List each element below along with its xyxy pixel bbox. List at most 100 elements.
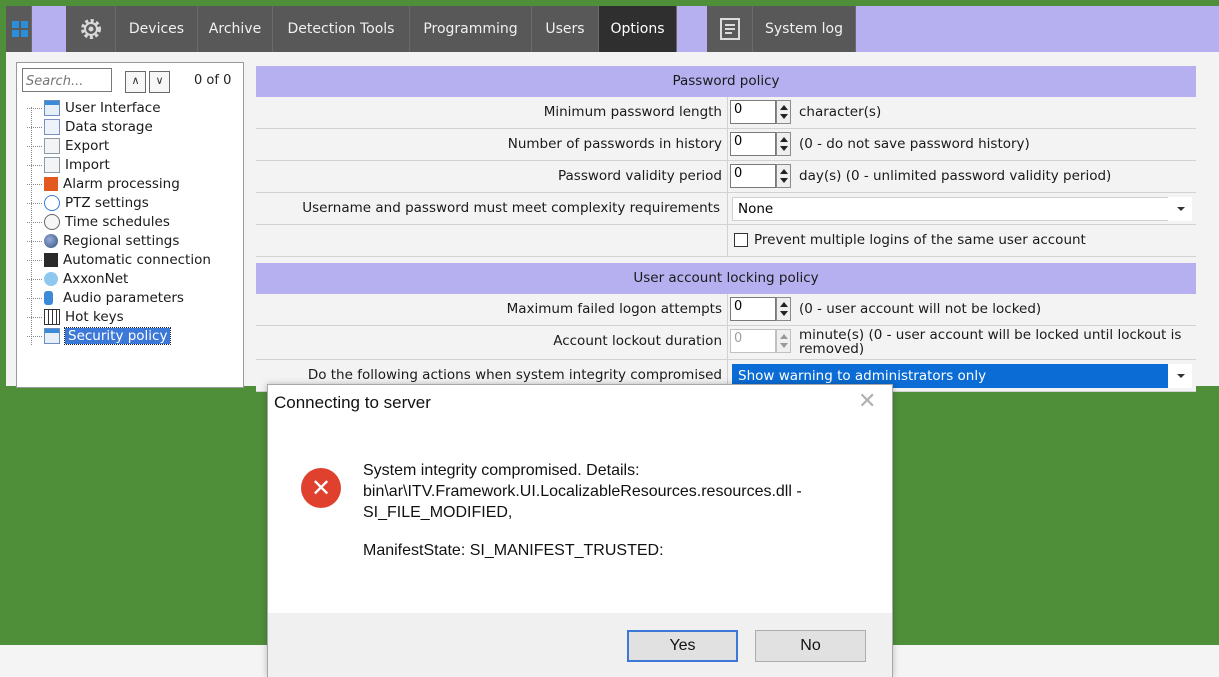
min-password-length-input[interactable]: 0 — [730, 100, 776, 124]
chevron-down-icon — [1168, 197, 1192, 221]
gear-icon — [81, 19, 101, 39]
log-document-icon — [720, 18, 740, 40]
connection-icon — [44, 253, 58, 267]
lockout-duration-hint: minute(s) (0 - user account will be lock… — [799, 327, 1182, 357]
spin-down-icon — [780, 178, 788, 183]
spin-up-icon — [780, 302, 788, 307]
password-validity-stepper[interactable] — [776, 164, 791, 188]
max-failed-attempts-row: Maximum failed logon attempts 0 (0 - use… — [256, 294, 1196, 326]
spin-up-icon — [780, 169, 788, 174]
globe-icon — [44, 234, 58, 248]
microphone-icon — [44, 291, 53, 305]
max-failed-attempts-stepper[interactable] — [776, 297, 791, 321]
alarm-icon — [44, 177, 58, 191]
complexity-label: Username and password must meet complexi… — [302, 200, 720, 216]
windows-logo-icon — [12, 21, 28, 37]
tree-item-time-schedules[interactable]: Time schedules — [27, 213, 170, 232]
password-history-row: Number of passwords in history 0 (0 - do… — [256, 129, 1196, 161]
settings-button[interactable] — [66, 6, 116, 52]
tree-item-audio-parameters[interactable]: Audio parameters — [27, 289, 184, 308]
password-policy-header: Password policy — [256, 66, 1196, 97]
tree-item-ptz-settings[interactable]: PTZ settings — [27, 194, 149, 213]
prevent-multiple-logins-checkbox[interactable] — [734, 233, 748, 247]
dialog-message-line: SI_FILE_MODIFIED, — [363, 504, 513, 521]
spin-down-icon — [780, 114, 788, 119]
spin-up-icon — [780, 137, 788, 142]
prevent-multiple-logins-label: Prevent multiple logins of the same user… — [754, 232, 1086, 248]
lockout-duration-input[interactable]: 0 — [730, 329, 776, 353]
windows-menu-button[interactable] — [6, 6, 32, 52]
min-password-length-stepper[interactable] — [776, 100, 791, 124]
password-validity-hint: day(s) (0 - unlimited password validity … — [799, 168, 1112, 184]
password-history-label: Number of passwords in history — [507, 136, 722, 152]
tree-item-hot-keys[interactable]: Hot keys — [27, 308, 124, 327]
tree-item-axxonnet[interactable]: AxxonNet — [27, 270, 128, 289]
spin-up-icon — [780, 105, 788, 110]
multiple-logins-row: Prevent multiple logins of the same user… — [256, 225, 1196, 257]
tree-item-data-storage[interactable]: Data storage — [27, 118, 153, 137]
tab-options[interactable]: Options — [599, 6, 677, 52]
tab-devices[interactable]: Devices — [116, 6, 198, 52]
lockout-duration-label: Account lockout duration — [553, 333, 722, 349]
dialog-message-line: ManifestState: SI_MANIFEST_TRUSTED: — [363, 542, 664, 559]
tab-users[interactable]: Users — [532, 6, 599, 52]
ptz-icon — [44, 195, 60, 211]
tree-item-import[interactable]: Import — [27, 156, 110, 175]
spin-down-icon — [780, 146, 788, 151]
password-history-hint: (0 - do not save password history) — [799, 136, 1030, 152]
window-icon — [44, 328, 60, 344]
tree-item-user-interface[interactable]: User Interface — [27, 99, 161, 118]
search-next-button[interactable]: ∨ — [149, 71, 170, 93]
complexity-row: Username and password must meet complexi… — [256, 193, 1196, 225]
clock-icon — [44, 214, 60, 230]
search-prev-button[interactable]: ∧ — [125, 71, 146, 93]
lockout-duration-stepper[interactable] — [776, 329, 791, 353]
chevron-down-icon — [1168, 364, 1192, 388]
tab-archive[interactable]: Archive — [198, 6, 273, 52]
tree-item-automatic-connection[interactable]: Automatic connection — [27, 251, 211, 270]
export-icon — [44, 138, 60, 154]
locking-policy-header: User account locking policy — [256, 263, 1196, 294]
tree-item-regional-settings[interactable]: Regional settings — [27, 232, 179, 251]
dialog-button-bar: Yes No — [268, 613, 892, 677]
top-toolbar: Devices Archive Detection Tools Programm… — [6, 6, 1219, 52]
options-tree-panel: ∧ ∨ 0 of 0 User Interface Data storage E… — [16, 62, 244, 388]
cloud-icon — [44, 272, 58, 286]
security-policy-settings: Password policy Minimum password length … — [256, 66, 1196, 392]
lockout-duration-row: Account lockout duration 0 minute(s) (0 … — [256, 326, 1196, 360]
password-history-input[interactable]: 0 — [730, 132, 776, 156]
spin-down-icon — [780, 343, 788, 348]
tab-system-log[interactable]: System log — [753, 6, 856, 52]
tree-item-export[interactable]: Export — [27, 137, 109, 156]
chevron-up-icon: ∧ — [131, 74, 140, 87]
error-icon: ✕ — [301, 468, 341, 508]
tab-detection-tools[interactable]: Detection Tools — [273, 6, 410, 52]
system-log-icon-button[interactable] — [707, 6, 753, 52]
min-password-length-hint: character(s) — [799, 104, 882, 120]
search-input[interactable] — [22, 68, 112, 92]
password-history-stepper[interactable] — [776, 132, 791, 156]
spin-up-icon — [780, 334, 788, 339]
complexity-dropdown-value: None — [738, 201, 774, 217]
integrity-action-dropdown-value: Show warning to administrators only — [738, 368, 987, 384]
close-icon[interactable]: ✕ — [858, 391, 876, 413]
complexity-dropdown[interactable]: None — [732, 197, 1192, 221]
storage-icon — [44, 119, 60, 135]
dialog-message-line: System integrity compromised. Details: — [363, 462, 640, 479]
max-failed-attempts-input[interactable]: 0 — [730, 297, 776, 321]
keyboard-icon — [44, 309, 60, 325]
yes-button[interactable]: Yes — [627, 630, 738, 662]
window-icon — [44, 100, 60, 116]
import-icon — [44, 157, 60, 173]
dialog-title: Connecting to server — [274, 393, 431, 412]
no-button[interactable]: No — [755, 630, 866, 662]
tree-item-alarm-processing[interactable]: Alarm processing — [27, 175, 180, 194]
tab-programming[interactable]: Programming — [410, 6, 532, 52]
tree-item-security-policy[interactable]: Security policy — [27, 327, 172, 346]
dialog-message-line: bin\ar\ITV.Framework.UI.LocalizableResou… — [363, 483, 802, 500]
min-password-length-label: Minimum password length — [543, 104, 722, 120]
search-result-count: 0 of 0 — [194, 73, 232, 88]
password-validity-input[interactable]: 0 — [730, 164, 776, 188]
password-validity-label: Password validity period — [557, 168, 722, 184]
chevron-down-icon: ∨ — [155, 74, 164, 87]
